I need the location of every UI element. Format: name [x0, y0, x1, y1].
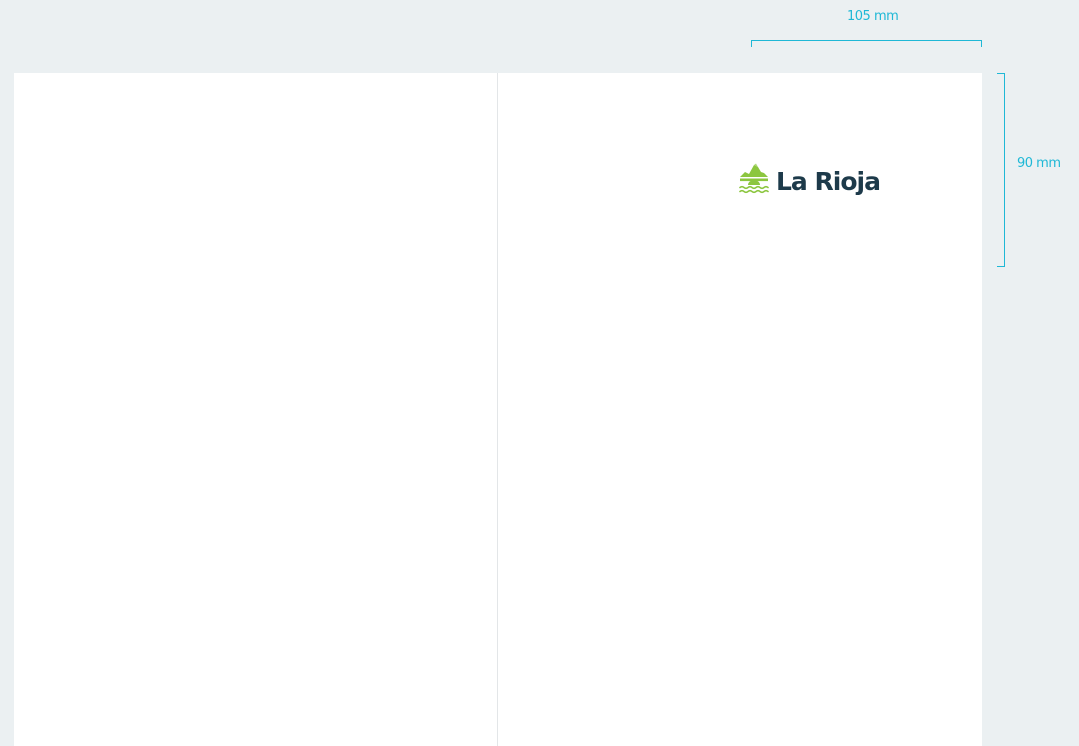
- la-rioja-logo: La Rioja: [739, 162, 881, 196]
- width-dimension-label: 105 mm: [847, 9, 899, 24]
- fold-line: [497, 73, 498, 746]
- logo-wordmark: La Rioja: [776, 166, 881, 196]
- height-dimension-bracket: [997, 73, 1005, 267]
- width-dimension-bracket: [751, 40, 982, 47]
- height-dimension-label: 90 mm: [1017, 156, 1061, 171]
- la-rioja-emblem-icon: [739, 163, 769, 194]
